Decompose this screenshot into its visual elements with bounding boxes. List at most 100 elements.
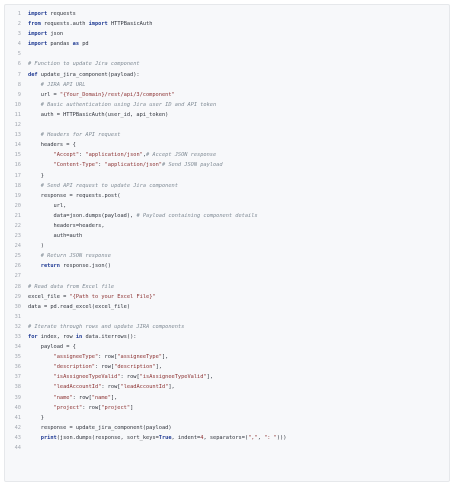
line-number: 11 — [14, 111, 21, 118]
code-text: # Return JSON response — [40, 253, 111, 260]
code-text: response = update_jira_component(payload… — [28, 424, 172, 431]
code-line: 4 import pandas as pd — [5, 39, 449, 49]
code-text: # Function to update Jira component — [28, 61, 140, 68]
code-line: 10 # Basic authentication using Jira use… — [5, 100, 449, 110]
code-line: 29 excel_file = "{Path to your Excel File… — [5, 292, 449, 302]
code-text: "assigneeType": row["assigneeType"], — [53, 354, 169, 361]
line-number: 4 — [17, 41, 21, 48]
code-line: 39 "name": row["name"], — [5, 393, 449, 403]
line-number: 7 — [17, 71, 21, 78]
code-text: "leadAccountId": row["leadAccountId"], — [53, 384, 175, 391]
code-text: import pandas as pd — [28, 41, 89, 48]
line-number: 15 — [14, 152, 21, 159]
code-line: 30 data = pd.read_excel(excel_file) — [5, 302, 449, 312]
line-number: 21 — [14, 212, 21, 219]
code-line: 38 "leadAccountId": row["leadAccountId"]… — [5, 382, 449, 392]
code-line: 12 — [5, 120, 449, 130]
code-line: 37 "isAssigneeTypeValid": row["isAssigne… — [5, 372, 449, 382]
code-text: # Headers for API request — [40, 132, 121, 139]
code-line: 5 — [5, 49, 449, 59]
line-number: 17 — [14, 172, 21, 179]
code-line: 24 ) — [5, 241, 449, 251]
code-text: import json — [28, 31, 64, 38]
line-number: 24 — [14, 243, 21, 250]
code-text: for index, row in data.iterrows(): — [28, 334, 137, 340]
line-number: 26 — [14, 263, 21, 270]
code-line: 42 response = update_jira_component(payl… — [5, 423, 449, 433]
line-number: 19 — [14, 192, 21, 199]
line-number: 8 — [17, 81, 21, 88]
line-number: 30 — [14, 303, 21, 310]
code-text: # Basic authentication using Jira user I… — [40, 101, 217, 108]
code-line: 31 — [5, 312, 449, 322]
line-number: 1 — [17, 11, 21, 17]
line-number: 10 — [14, 101, 21, 108]
code-line: 18 # Send API request to update Jira com… — [5, 181, 449, 191]
code-text: } — [28, 414, 44, 421]
code-line: 2 from requests.auth import HTTPBasicAuth — [5, 19, 449, 29]
code-line: 3 import json — [5, 29, 449, 39]
code-line: 34 payload = { — [5, 342, 449, 352]
code-text: "Content-Type": "application/json"# Send… — [53, 162, 223, 169]
line-number: 36 — [14, 364, 21, 371]
code-text: payload = { — [28, 344, 76, 351]
code-line: 27 — [5, 271, 449, 281]
code-line: 6 # Function to update Jira component — [5, 59, 449, 69]
code-text: def update_jira_component(payload): — [28, 71, 140, 78]
line-number: 34 — [14, 344, 21, 351]
code-text: ) — [28, 243, 44, 250]
code-line: 32 # Iterate through rows and update JIRA… — [5, 322, 449, 332]
code-text: from requests.auth import HTTPBasicAuth — [28, 21, 153, 28]
code-line: 15 "Accept": "application/json",# Accept… — [5, 150, 449, 160]
code-text: "name": row["name"], — [53, 394, 118, 401]
line-number: 18 — [14, 182, 21, 189]
code-line: 43 print(json.dumps(response, sort_keys=… — [5, 433, 449, 443]
line-number: 31 — [14, 313, 21, 320]
code-text: "project": row["project"] — [53, 404, 134, 411]
code-text: return response.json() — [40, 263, 111, 270]
code-line: 16 "Content-Type": "application/json"# S… — [5, 160, 449, 170]
code-line: 20 url, — [5, 201, 449, 211]
code-text: "description": row["description"], — [53, 364, 162, 371]
code-text: # Read data from Excel file — [28, 283, 115, 290]
line-number: 38 — [14, 384, 21, 391]
line-number: 40 — [14, 404, 21, 411]
code-text: data=json.dumps(payload), # Payload cont… — [28, 212, 258, 219]
code-text: headers = { — [28, 142, 76, 149]
code-text: import requests — [28, 11, 76, 17]
code-line: 44 — [5, 443, 449, 453]
line-number: 33 — [14, 334, 21, 340]
line-number: 22 — [14, 222, 21, 229]
code-text: auth=auth — [28, 233, 83, 240]
line-number: 42 — [14, 424, 21, 431]
code-line: 28 # Read data from Excel file — [5, 282, 449, 292]
code-text: data = pd.read_excel(excel_file) — [28, 303, 131, 310]
line-number: 27 — [14, 273, 21, 280]
line-number: 29 — [14, 293, 21, 300]
line-number: 43 — [14, 434, 21, 441]
code-line: 9 url = "{Your_Domain}/rest/api/3/compon… — [5, 90, 449, 100]
code-line: 40 "project": row["project"] — [5, 403, 449, 413]
code-text: # Iterate through rows and update JIRA c… — [28, 323, 185, 330]
code-line: 11 auth = HTTPBasicAuth(user_id, api_tok… — [5, 110, 449, 120]
code-line: 13 # Headers for API request — [5, 130, 449, 140]
line-number: 6 — [17, 61, 21, 68]
code-text: print(json.dumps(response, sort_keys=Tru… — [40, 434, 287, 441]
line-number: 44 — [14, 445, 21, 452]
code-line: 21 data=json.dumps(payload), # Payload c… — [5, 211, 449, 221]
line-number: 32 — [14, 323, 21, 330]
code-text: excel_file = "{Path to your Excel File}" — [28, 293, 156, 300]
code-line: 7 def update_jira_component(payload): — [5, 70, 449, 80]
line-number: 37 — [14, 374, 21, 381]
code-line: 26 return response.json() — [5, 261, 449, 271]
code-text: "isAssigneeTypeValid": row["isAssigneeTy… — [53, 374, 214, 381]
code-line: 35 "assigneeType": row["assigneeType"], — [5, 352, 449, 362]
line-number: 13 — [14, 132, 21, 139]
line-number: 2 — [17, 21, 21, 28]
code-line: 22 headers=headers, — [5, 221, 449, 231]
